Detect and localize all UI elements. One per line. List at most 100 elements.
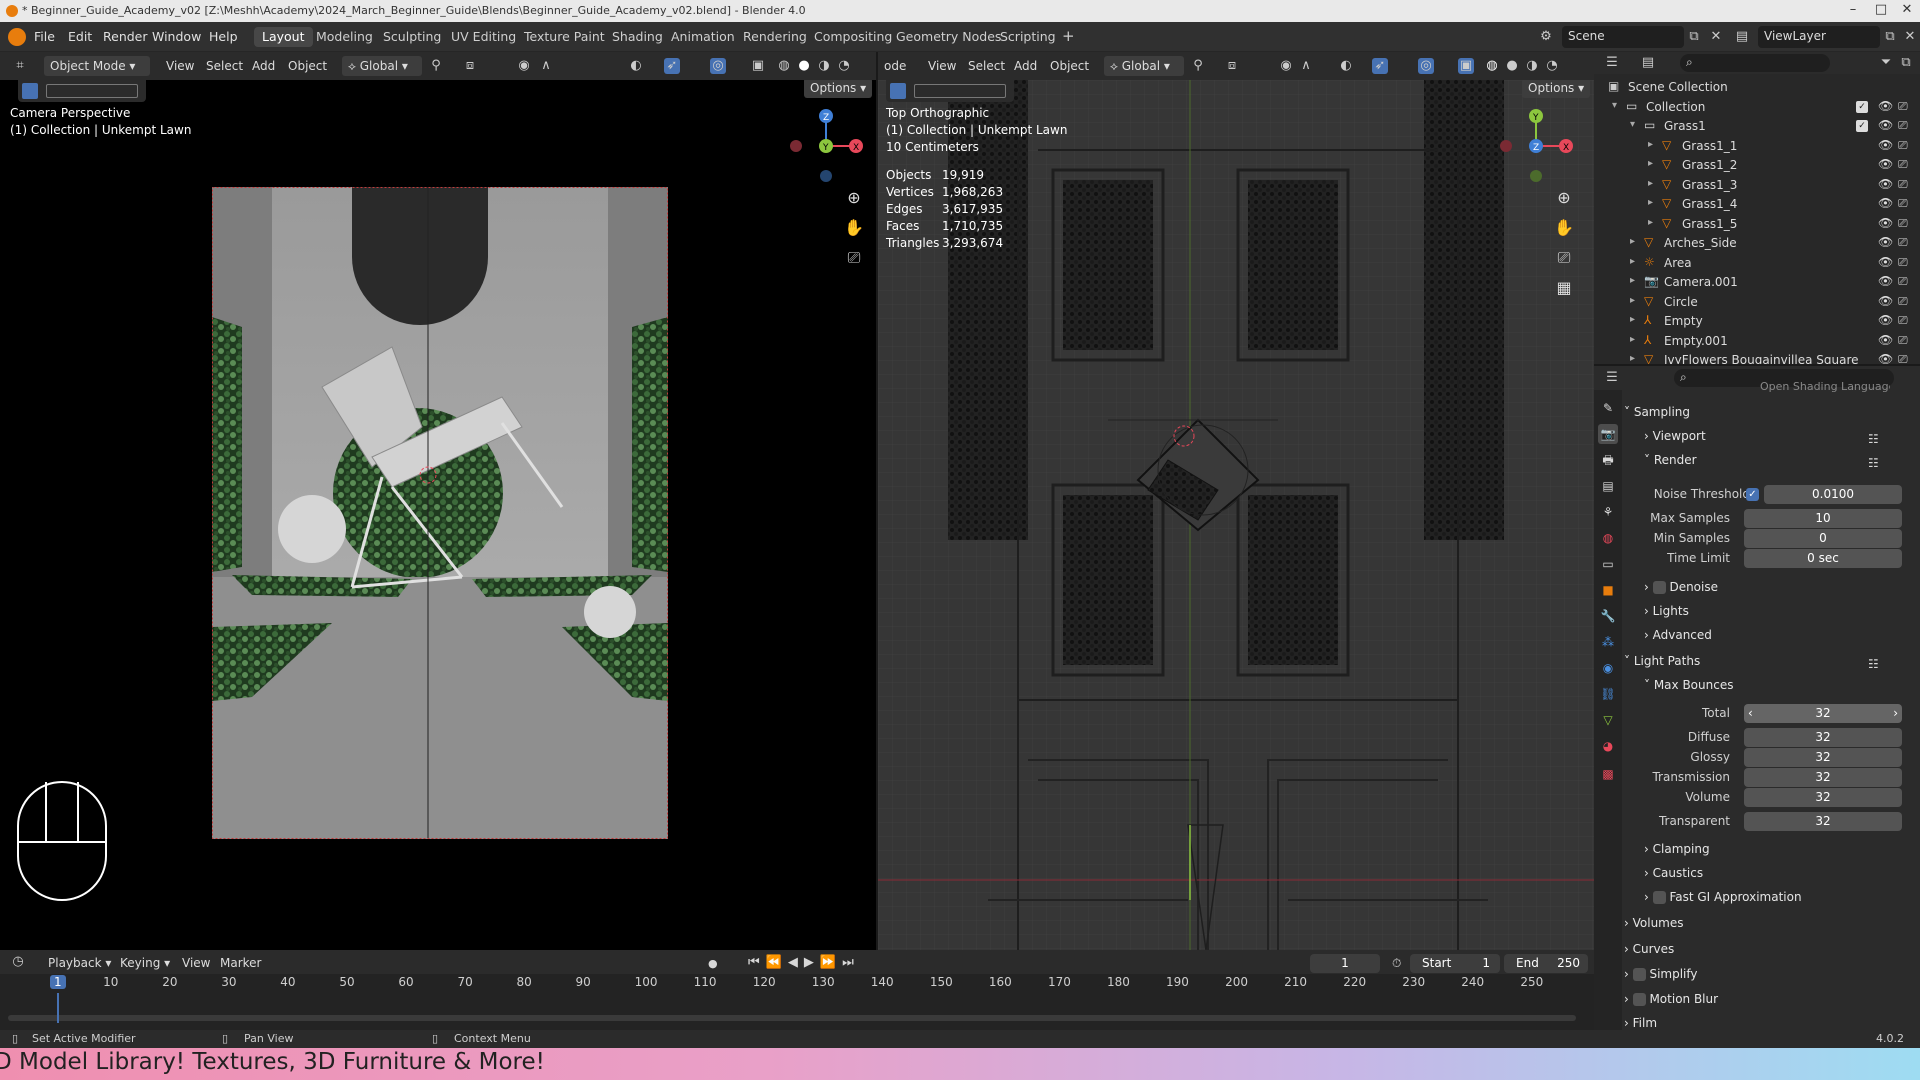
render-tab-icon[interactable]: 📷 [1598, 424, 1618, 444]
falloff-icon-right[interactable]: ∧ [1298, 58, 1314, 74]
section-simplify[interactable]: › Simplify [1624, 967, 1914, 989]
menu-window[interactable]: Window [152, 29, 201, 44]
view-layer-tab-icon[interactable]: ▤ [1598, 476, 1618, 496]
volume-field[interactable]: 32 [1744, 788, 1902, 807]
section-sampling[interactable]: ˅ Sampling [1624, 405, 1914, 427]
outliner-row[interactable]: ▣ Scene Collection [1594, 78, 1920, 98]
visibility-icon-right[interactable]: ◐ [1338, 58, 1354, 74]
tool-tab-icon[interactable]: ✎ [1598, 398, 1618, 418]
editor-type-icon[interactable]: ⌗ [12, 58, 28, 74]
mode-selector[interactable]: Object Mode ▾ [44, 56, 150, 76]
preset-list-icon[interactable]: ☷ [1868, 657, 1879, 671]
playback-controls-icons[interactable]: ⏮⏪◀▶⏩⏭ [748, 955, 860, 970]
close-icon[interactable]: ✕ [1892, 2, 1920, 20]
outliner-row[interactable]: ▸ ▽ Grass1_2 👁 ⎚ [1594, 156, 1920, 176]
preset-list-icon[interactable]: ☷ [1868, 432, 1879, 446]
pan-hand-icon-right[interactable]: ✋ [1552, 218, 1576, 242]
eye-icon[interactable]: 👁 [1878, 138, 1893, 152]
outliner-search-input[interactable]: ⌕ [1680, 54, 1830, 72]
overlay-toggle-icon-right[interactable]: ◎ [1418, 58, 1434, 74]
record-icon[interactable]: ● [708, 957, 718, 970]
tab-scripting[interactable]: Scripting [992, 27, 1064, 47]
proportional-icon-right[interactable]: ◉ [1278, 58, 1294, 74]
eye-icon[interactable]: 👁 [1878, 313, 1893, 327]
modifier-tab-icon[interactable]: 🔧 [1598, 606, 1618, 626]
outliner-row[interactable]: ▾ ▭ Grass1 👁 ⎚ ✓ [1594, 117, 1920, 137]
tab-texture-paint[interactable]: Texture Paint [516, 27, 613, 47]
pan-hand-icon[interactable]: ✋ [842, 218, 866, 242]
rendered-shading-icon[interactable]: ◔ [836, 58, 852, 74]
expand-arrow-icon[interactable]: ▸ [1630, 353, 1635, 364]
menu-file[interactable]: File [34, 29, 55, 44]
outliner-row[interactable]: ▸ ▽ Grass1_4 👁 ⎚ [1594, 195, 1920, 215]
outliner-row[interactable]: ▸ ▽ Grass1_5 👁 ⎚ [1594, 215, 1920, 235]
menu-select-right[interactable]: Select [962, 56, 1011, 76]
outliner-row[interactable]: ▸ ▽ Grass1_3 👁 ⎚ [1594, 176, 1920, 196]
eye-icon[interactable]: 👁 [1878, 274, 1893, 288]
eye-icon[interactable]: 👁 [1878, 294, 1893, 308]
new-collection-icon[interactable]: ⧉ [1898, 55, 1914, 71]
filter-icon[interactable]: ⏷ [1878, 55, 1894, 71]
blender-menu-icon[interactable] [8, 28, 26, 46]
diffuse-field[interactable]: 32 [1744, 728, 1902, 747]
xray-icon-right[interactable]: ▣ [1458, 58, 1474, 74]
display-mode-icon[interactable]: ▤ [1640, 55, 1656, 71]
expand-arrow-icon[interactable]: ▾ [1630, 119, 1635, 130]
timeline-editor-icon[interactable]: ◷ [10, 954, 26, 970]
menu-edit[interactable]: Edit [68, 29, 92, 44]
zoom-icon-right[interactable]: ⊕ [1552, 188, 1576, 212]
expand-arrow-icon[interactable]: ▸ [1648, 139, 1653, 150]
tab-compositing[interactable]: Compositing [806, 27, 900, 47]
gizmo-toggle-icon[interactable]: ➶ [664, 58, 680, 74]
minimize-icon[interactable]: – [1838, 2, 1868, 20]
eye-icon[interactable]: 👁 [1878, 118, 1893, 132]
denoise-checkbox[interactable] [1652, 581, 1666, 594]
menu-add-right[interactable]: Add [1008, 56, 1043, 76]
render-camera-icon[interactable]: ⎚ [1898, 255, 1908, 270]
select-tool-icon-right[interactable] [890, 83, 906, 99]
scene-selector[interactable]: Scene [1562, 26, 1684, 48]
exclude-checkbox[interactable]: ✓ [1856, 120, 1868, 132]
tab-modeling[interactable]: Modeling [308, 27, 381, 47]
select-mode-icons[interactable] [46, 84, 138, 98]
expand-arrow-icon[interactable]: ▸ [1630, 314, 1635, 325]
render-camera-icon[interactable]: ⎚ [1898, 352, 1908, 364]
pivot-icon-right[interactable]: ⚲ [1190, 58, 1206, 74]
eye-icon[interactable]: 👁 [1878, 255, 1893, 269]
simplify-checkbox[interactable] [1632, 968, 1646, 981]
gizmo-toggle-icon-right[interactable]: ➶ [1372, 58, 1388, 74]
tab-uv-editing[interactable]: UV Editing [443, 27, 524, 47]
noise-threshold-checkbox[interactable]: ✓ [1746, 488, 1759, 501]
material-shading-icon-right[interactable]: ◑ [1524, 58, 1540, 74]
snap-icon-right[interactable]: ⧈ [1224, 58, 1240, 74]
solid-shading-icon[interactable]: ● [796, 58, 812, 74]
menu-view[interactable]: View [160, 56, 200, 76]
snap-icon[interactable]: ⧈ [462, 58, 478, 74]
section-caustics[interactable]: › Caustics [1644, 866, 1920, 888]
wireframe-shading-icon-right[interactable]: ◍ [1484, 58, 1500, 74]
tab-rendering[interactable]: Rendering [735, 27, 815, 47]
expand-arrow-icon[interactable]: ▸ [1648, 197, 1653, 208]
section-clamping[interactable]: › Clamping [1644, 842, 1920, 864]
view-layer-selector[interactable]: ViewLayer [1758, 26, 1880, 48]
fast-gi-checkbox[interactable] [1652, 891, 1666, 904]
render-camera-icon[interactable]: ⎚ [1898, 235, 1908, 250]
xray-icon[interactable]: ▣ [750, 58, 766, 74]
outliner-row[interactable]: ▾ ▭ Collection 👁 ⎚ ✓ [1594, 98, 1920, 118]
section-denoise[interactable]: › Denoise [1644, 580, 1920, 602]
new-scene-icon[interactable]: ⧉ [1686, 29, 1702, 45]
render-camera-icon[interactable]: ⎚ [1898, 196, 1908, 211]
camera-view-icon-right[interactable]: ⎚ [1552, 248, 1576, 272]
eye-icon[interactable]: 👁 [1878, 235, 1893, 249]
section-advanced[interactable]: › Advanced [1644, 628, 1920, 650]
render-camera-icon[interactable]: ⎚ [1898, 294, 1908, 309]
render-camera-icon[interactable]: ⎚ [1898, 118, 1908, 133]
outliner-row[interactable]: ▸ ⅄ Empty 👁 ⎚ [1594, 312, 1920, 332]
menu-help[interactable]: Help [209, 29, 238, 44]
visibility-icon[interactable]: ◐ [628, 58, 644, 74]
select-mode-icons-right[interactable] [914, 84, 1006, 98]
transform-orientation[interactable]: ⟡ Global ▾ [342, 56, 422, 76]
transmission-field[interactable]: 32 [1744, 768, 1902, 787]
ortho-grid-icon[interactable]: ▦ [1552, 278, 1576, 302]
physics-tab-icon[interactable]: ◉ [1598, 658, 1618, 678]
